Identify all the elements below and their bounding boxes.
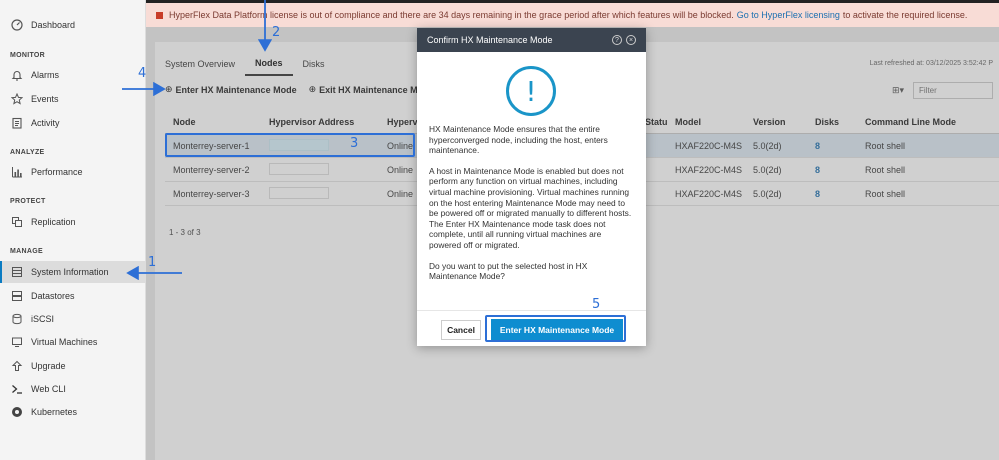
annotation-arrows	[122, 0, 273, 281]
